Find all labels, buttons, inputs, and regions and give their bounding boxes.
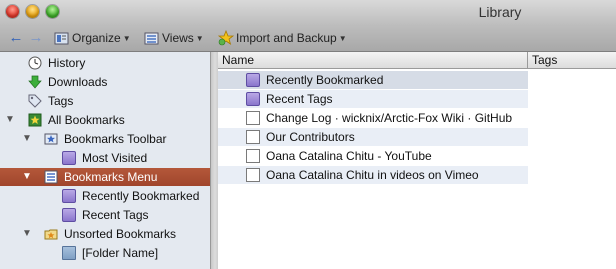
sidebar-item-label: Downloads <box>48 75 108 89</box>
list-item[interactable]: Change Log · wicknix/Arctic-Fox Wiki · G… <box>218 109 528 127</box>
page-icon <box>246 111 260 125</box>
organize-button[interactable]: Organize ▼ <box>54 29 131 47</box>
chevron-down-icon: ▼ <box>338 33 347 43</box>
import-backup-label: Import and Backup <box>236 31 337 45</box>
sidebar-item-unsorted-bookmarks[interactable]: ▼ Unsorted Bookmarks <box>0 225 210 243</box>
sidebar-item-label: Bookmarks Menu <box>64 170 158 184</box>
list-item-name: Oana Catalina Chitu - YouTube <box>266 149 432 163</box>
folder-icon <box>62 246 76 260</box>
chevron-down-icon: ▼ <box>195 33 204 43</box>
sidebar-item-all-bookmarks[interactable]: ▼ All Bookmarks <box>0 111 210 129</box>
minimize-window-icon[interactable] <box>26 5 39 18</box>
list-item-name: Recently Bookmarked <box>266 73 384 87</box>
back-arrow-icon[interactable]: ← <box>8 30 24 46</box>
sidebar-item-label: Bookmarks Toolbar <box>64 132 167 146</box>
zoom-window-icon[interactable] <box>46 5 59 18</box>
column-header-name[interactable]: Name <box>222 53 254 67</box>
sidebar-item-most-visited[interactable]: Most Visited <box>0 149 210 167</box>
list-item-name: Change Log · wicknix/Arctic-Fox Wiki · G… <box>266 111 513 125</box>
smart-folder-icon <box>62 208 76 222</box>
clock-icon <box>28 56 42 70</box>
import-backup-button[interactable]: Import and Backup ▼ <box>218 29 347 47</box>
smart-folder-icon <box>62 151 76 165</box>
page-icon <box>246 130 260 144</box>
disclosure-triangle-icon[interactable]: ▼ <box>22 225 32 243</box>
smart-folder-icon <box>62 189 76 203</box>
page-icon <box>246 149 260 163</box>
sidebar-item-label: Recent Tags <box>82 208 149 222</box>
list-item[interactable]: Oana Catalina Chitu - YouTube <box>218 147 528 165</box>
download-icon <box>28 75 42 89</box>
disclosure-triangle-icon[interactable]: ▼ <box>5 111 15 129</box>
column-divider[interactable] <box>527 52 528 68</box>
star-icon <box>44 133 58 145</box>
column-header-tags[interactable]: Tags <box>532 53 557 67</box>
disclosure-triangle-icon[interactable]: ▼ <box>22 168 32 186</box>
organize-label: Organize <box>72 31 121 45</box>
smart-folder-icon <box>246 73 260 87</box>
sidebar-item-bookmarks-menu[interactable]: ▼ Bookmarks Menu <box>0 168 210 186</box>
window-title: Library <box>478 4 522 20</box>
list-item[interactable]: Recently Bookmarked <box>218 71 528 89</box>
list-header: Name Tags <box>218 52 616 69</box>
page-icon <box>246 168 260 182</box>
chevron-down-icon: ▼ <box>122 33 131 43</box>
star-folder-icon <box>28 113 42 127</box>
views-label: Views <box>162 31 194 45</box>
sidebar-item-label: Tags <box>48 94 74 108</box>
sidebar-item-folder-name[interactable]: [Folder Name] <box>0 244 210 262</box>
sidebar: History Downloads Tags ▼ All Bookmarks ▼… <box>0 52 210 269</box>
toolbar: ← → Organize ▼ Views ▼ Import and Backup… <box>0 25 616 52</box>
close-window-icon[interactable] <box>6 5 19 18</box>
organize-icon <box>54 32 69 44</box>
smart-folder-icon <box>246 92 260 106</box>
star-import-icon <box>218 30 234 46</box>
sidebar-item-history[interactable]: History <box>0 54 210 72</box>
list-item-name: Oana Catalina Chitu in videos on Vimeo <box>266 168 479 182</box>
bookmark-list: Name Tags Recently Bookmarked Recent Tag… <box>218 52 616 269</box>
sidebar-item-label: [Folder Name] <box>82 246 159 260</box>
sidebar-item-label: Most Visited <box>82 151 148 165</box>
views-button[interactable]: Views ▼ <box>144 29 204 47</box>
tag-icon <box>28 94 42 108</box>
list-item[interactable]: Our Contributors <box>218 128 528 146</box>
list-item[interactable]: Recent Tags <box>218 90 528 108</box>
list-item[interactable]: Oana Catalina Chitu in videos on Vimeo <box>218 166 528 184</box>
unsorted-folder-icon <box>44 229 58 240</box>
sidebar-item-downloads[interactable]: Downloads <box>0 73 210 91</box>
sidebar-item-tags[interactable]: Tags <box>0 92 210 110</box>
sidebar-item-label: Unsorted Bookmarks <box>64 227 177 241</box>
sidebar-item-bookmarks-toolbar[interactable]: ▼ Bookmarks Toolbar <box>0 130 210 148</box>
disclosure-triangle-icon[interactable]: ▼ <box>22 130 32 148</box>
views-icon <box>144 32 159 44</box>
sidebar-item-recently-bookmarked[interactable]: Recently Bookmarked <box>0 187 210 205</box>
sidebar-item-label: History <box>48 56 86 70</box>
sidebar-item-label: Recently Bookmarked <box>82 189 200 203</box>
sidebar-item-recent-tags[interactable]: Recent Tags <box>0 206 210 224</box>
forward-arrow-icon[interactable]: → <box>28 30 44 46</box>
sidebar-item-label: All Bookmarks <box>48 113 125 127</box>
menu-icon <box>44 170 58 184</box>
list-item-name: Recent Tags <box>266 92 333 106</box>
list-item-name: Our Contributors <box>266 130 355 144</box>
title-bar: Library <box>0 0 616 25</box>
